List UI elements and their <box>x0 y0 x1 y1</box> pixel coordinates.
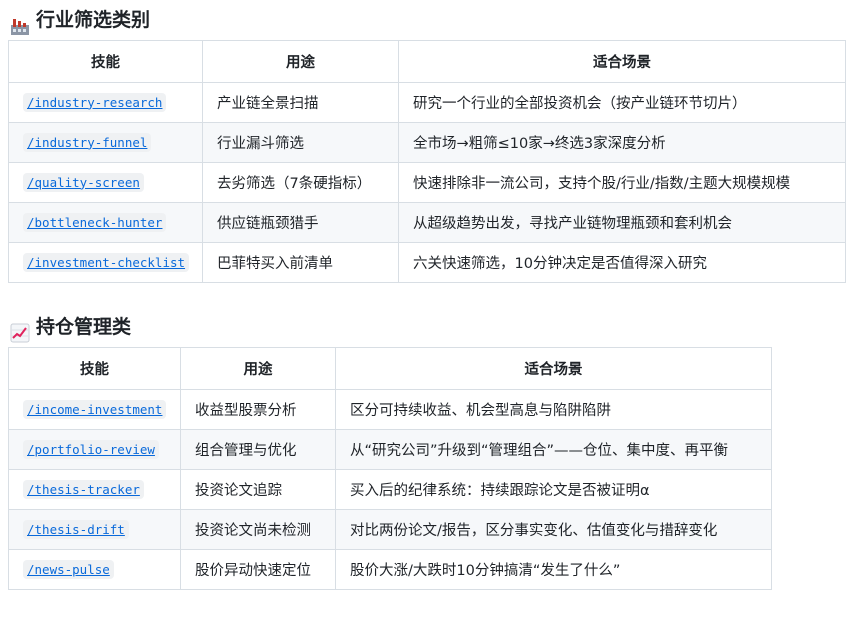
skill-link[interactable]: /thesis-drift <box>23 519 129 539</box>
scenario-cell: 全市场→粗筛≤10家→终选3家深度分析 <box>398 122 846 163</box>
purpose-cell: 组合管理与优化 <box>180 429 336 470</box>
purpose-cell: 产业链全景扫描 <box>202 82 399 123</box>
purpose-cell: 供应链瓶颈猎手 <box>202 202 399 243</box>
skill-cell: /news-pulse <box>8 549 181 590</box>
table-row: /investment-checklist 巴菲特买入前清单 六关快速筛选，10… <box>8 242 846 283</box>
skill-cell: /industry-research <box>8 82 203 123</box>
chart-increasing-icon <box>10 317 30 343</box>
table-row: /income-investment 收益型股票分析 区分可持续收益、机会型高息… <box>8 389 772 430</box>
scenario-cell: 从“研究公司”升级到“管理组合”——仓位、集中度、再平衡 <box>335 429 772 470</box>
scenario-cell: 区分可持续收益、机会型高息与陷阱陷阱 <box>335 389 772 430</box>
skill-link[interactable]: /quality-screen <box>23 172 144 192</box>
column-header-purpose: 用途 <box>180 347 336 390</box>
purpose-cell: 收益型股票分析 <box>180 389 336 430</box>
column-header-purpose: 用途 <box>202 40 399 83</box>
table-header-row: 技能 用途 适合场景 <box>8 347 772 390</box>
table-row: /quality-screen 去劣筛选（7条硬指标） 快速排除非一流公司，支持… <box>8 162 846 203</box>
purpose-cell: 行业漏斗筛选 <box>202 122 399 163</box>
table-row: /news-pulse 股价异动快速定位 股价大涨/大跌时10分钟搞清“发生了什… <box>8 549 772 590</box>
skill-link[interactable]: /bottleneck-hunter <box>23 212 167 232</box>
skill-cell: /quality-screen <box>8 162 203 203</box>
skill-cell: /thesis-tracker <box>8 469 181 510</box>
purpose-cell: 去劣筛选（7条硬指标） <box>202 162 399 203</box>
table-row: /industry-funnel 行业漏斗筛选 全市场→粗筛≤10家→终选3家深… <box>8 122 846 163</box>
column-header-skill: 技能 <box>8 40 203 83</box>
column-header-skill: 技能 <box>8 347 181 390</box>
skill-link[interactable]: /investment-checklist <box>23 252 190 272</box>
column-header-scenario: 适合场景 <box>335 347 772 390</box>
scenario-cell: 买入后的纪律系统：持续跟踪论文是否被证明α <box>335 469 772 510</box>
portfolio-management-section: 持仓管理类 技能 用途 适合场景 /income-investment 收益型股… <box>0 307 772 590</box>
table-row: /bottleneck-hunter 供应链瓶颈猎手 从超级趋势出发，寻找产业链… <box>8 202 846 243</box>
purpose-cell: 股价异动快速定位 <box>180 549 336 590</box>
purpose-cell: 投资论文追踪 <box>180 469 336 510</box>
scenario-cell: 六关快速筛选，10分钟决定是否值得深入研究 <box>398 242 846 283</box>
skill-cell: /industry-funnel <box>8 122 203 163</box>
skill-cell: /bottleneck-hunter <box>8 202 203 243</box>
skills-table: 技能 用途 适合场景 /income-investment 收益型股票分析 区分… <box>8 347 772 590</box>
section-title: 行业筛选类别 <box>36 9 151 31</box>
factory-icon <box>10 10 30 35</box>
skill-link[interactable]: /news-pulse <box>23 559 114 579</box>
scenario-cell: 对比两份论文/报告，区分事实变化、估值变化与措辞变化 <box>335 509 772 550</box>
table-row: /portfolio-review 组合管理与优化 从“研究公司”升级到“管理组… <box>8 429 772 470</box>
skill-link[interactable]: /thesis-tracker <box>23 479 144 499</box>
industry-screening-section: 行业筛选类别 技能 用途 适合场景 /industry-research 产业链… <box>0 0 846 283</box>
table-header-row: 技能 用途 适合场景 <box>8 40 846 83</box>
skill-cell: /thesis-drift <box>8 509 181 550</box>
skill-link[interactable]: /industry-research <box>23 92 167 112</box>
skill-link[interactable]: /portfolio-review <box>23 439 159 459</box>
skill-cell: /investment-checklist <box>8 242 203 283</box>
section-heading: 行业筛选类别 <box>0 0 846 40</box>
purpose-cell: 巴菲特买入前清单 <box>202 242 399 283</box>
scenario-cell: 股价大涨/大跌时10分钟搞清“发生了什么” <box>335 549 772 590</box>
skill-link[interactable]: /income-investment <box>23 399 167 419</box>
skill-cell: /income-investment <box>8 389 181 430</box>
skill-cell: /portfolio-review <box>8 429 181 470</box>
scenario-cell: 研究一个行业的全部投资机会（按产业链环节切片） <box>398 82 846 123</box>
table-row: /thesis-drift 投资论文尚未检测 对比两份论文/报告，区分事实变化、… <box>8 509 772 550</box>
section-title: 持仓管理类 <box>36 316 132 338</box>
skill-link[interactable]: /industry-funnel <box>23 132 152 152</box>
scenario-cell: 从超级趋势出发，寻找产业链物理瓶颈和套利机会 <box>398 202 846 243</box>
scenario-cell: 快速排除非一流公司，支持个股/行业/指数/主题大规模规模 <box>398 162 846 203</box>
table-row: /thesis-tracker 投资论文追踪 买入后的纪律系统：持续跟踪论文是否… <box>8 469 772 510</box>
skills-table: 技能 用途 适合场景 /industry-research 产业链全景扫描 研究… <box>8 40 846 283</box>
section-heading: 持仓管理类 <box>0 307 772 347</box>
column-header-scenario: 适合场景 <box>398 40 846 83</box>
purpose-cell: 投资论文尚未检测 <box>180 509 336 550</box>
table-row: /industry-research 产业链全景扫描 研究一个行业的全部投资机会… <box>8 82 846 123</box>
